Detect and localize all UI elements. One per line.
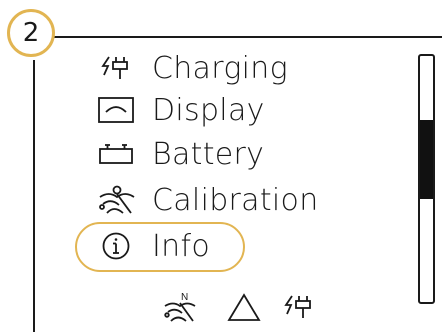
calibration-north-letter: N [181,292,188,303]
menu-item-label: Display [152,92,265,128]
menu-item-battery[interactable]: Battery [96,134,264,174]
calibration-north-icon: N [160,290,200,324]
scrollbar-thumb[interactable] [420,119,433,199]
menu-item-label: Charging [152,50,288,86]
charging-plug-icon [282,290,316,324]
display-icon [96,95,136,125]
step-number-badge: 2 [7,9,55,57]
frame-top-border [40,36,442,38]
menu-item-calibration[interactable]: Calibration [96,180,319,220]
calibration-icon [96,185,136,215]
menu-item-charging[interactable]: Charging [96,48,288,88]
info-icon [96,231,136,261]
menu-item-label: Calibration [152,182,319,218]
warning-triangle-icon [226,290,262,324]
menu-item-info[interactable]: Info [96,226,210,266]
scrollbar[interactable] [418,54,435,304]
frame-left-border [33,60,35,332]
charging-plug-icon [96,53,136,83]
menu-item-label: Info [152,228,210,264]
battery-icon [96,139,136,169]
menu-item-label: Battery [152,136,265,172]
step-number: 2 [22,18,40,48]
status-bar: N [160,290,316,324]
menu-item-display[interactable]: Display [96,90,265,130]
